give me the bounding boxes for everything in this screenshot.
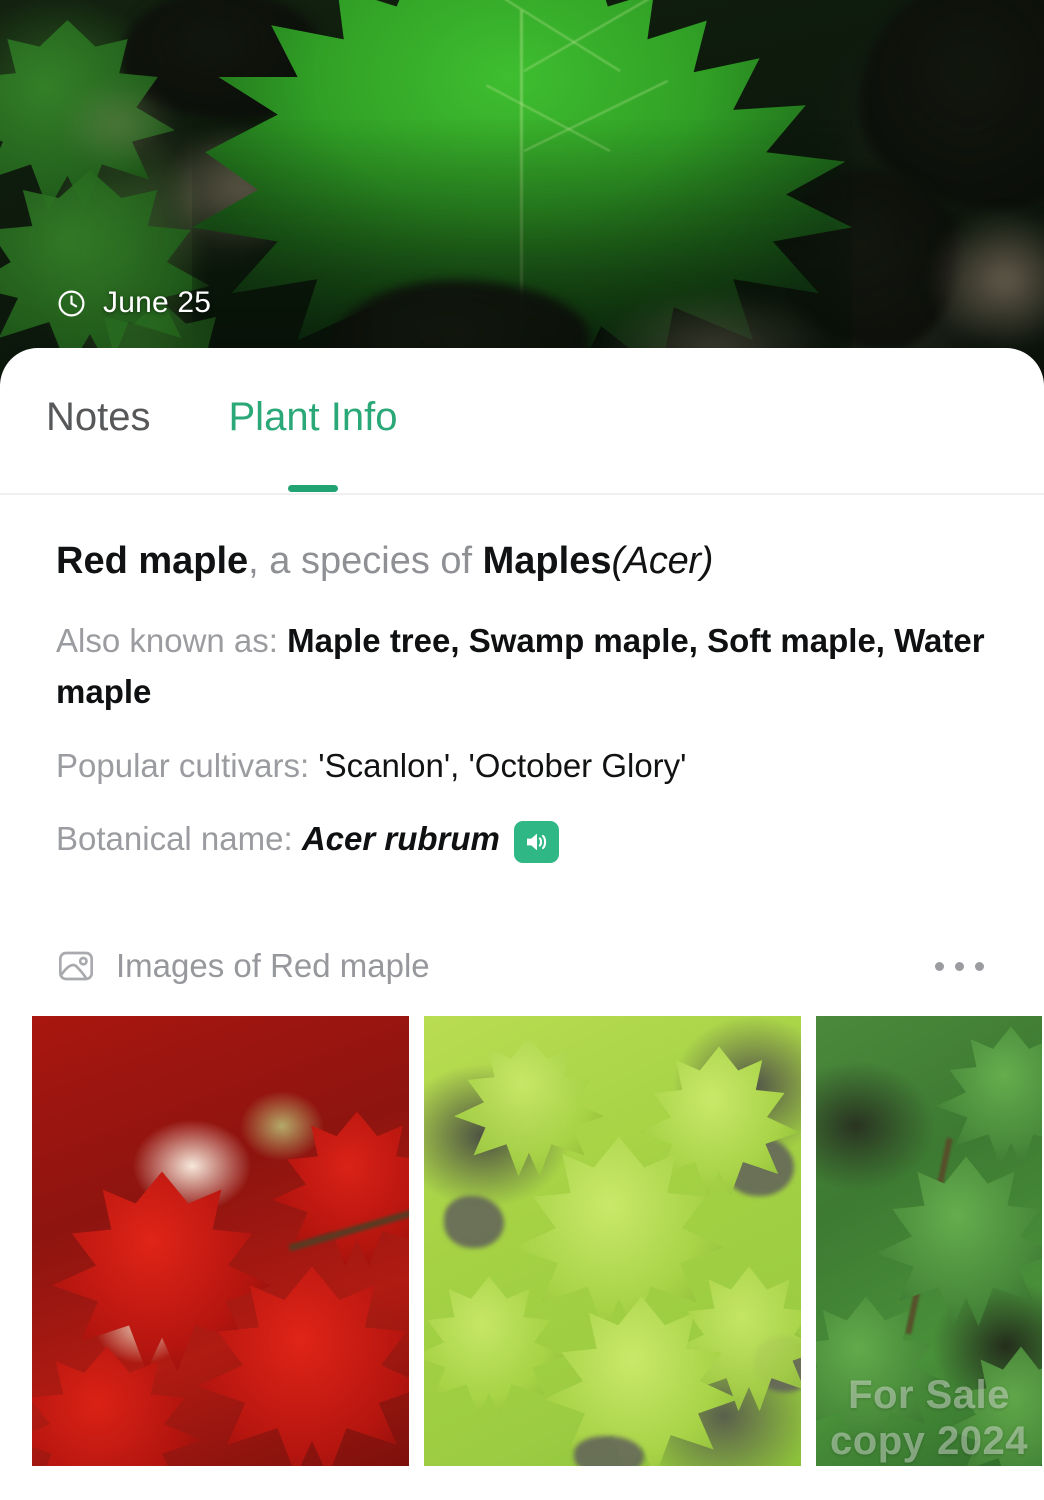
- hero-plant-photo[interactable]: June 25: [0, 0, 1044, 380]
- capture-date-label: June 25: [103, 286, 212, 319]
- image-thumbnail-strip: For Sale copy 2024: [0, 1016, 1044, 1467]
- image-thumbnail[interactable]: For Sale copy 2024: [816, 1016, 1042, 1467]
- botanical-name-row: Botanical name: Acer rubrum: [56, 813, 988, 864]
- clock-icon: [56, 288, 87, 319]
- tab-bar: Notes Plant Info: [0, 348, 1044, 495]
- plant-title: Red maple, a species of Maples(Acer): [56, 539, 988, 585]
- speaker-icon[interactable]: [513, 821, 559, 863]
- photo-icon: [56, 946, 96, 986]
- image-thumbnail[interactable]: [32, 1016, 409, 1467]
- capture-date: June 25: [56, 286, 211, 320]
- detail-sheet: Notes Plant Info Red maple, a species of…: [0, 348, 1044, 1500]
- plant-common-name: Red maple: [56, 540, 249, 582]
- tab-plant-info[interactable]: Plant Info: [229, 395, 398, 446]
- plant-info-panel: Red maple, a species of Maples(Acer) Als…: [0, 495, 1044, 864]
- plant-genus-common: Maples: [482, 540, 612, 582]
- also-known-as-label: Also known as:: [56, 621, 288, 659]
- image-thumbnail[interactable]: [424, 1016, 801, 1467]
- botanical-name-label: Botanical name:: [56, 820, 302, 857]
- popular-cultivars-label: Popular cultivars:: [56, 746, 319, 784]
- images-section-header: Images of Red maple: [0, 946, 1044, 986]
- plant-identification-screen: June 25 Notes Plant Info Red maple, a sp…: [0, 0, 1044, 1500]
- plant-genus-scientific: (Acer): [611, 540, 714, 582]
- images-section-title: Images of Red maple: [116, 947, 430, 985]
- also-known-as-row: Also known as: Maple tree, Swamp maple, …: [56, 615, 988, 718]
- tab-notes[interactable]: Notes: [46, 395, 151, 446]
- botanical-name-value: Acer rubrum: [301, 820, 500, 857]
- popular-cultivars-value: 'Scanlon', 'October Glory': [318, 746, 687, 784]
- more-horizontal-icon[interactable]: [931, 956, 988, 977]
- hero-light-patch: [60, 80, 180, 170]
- popular-cultivars-row: Popular cultivars: 'Scanlon', 'October G…: [56, 740, 988, 791]
- plant-species-connector: , a species of: [248, 540, 483, 582]
